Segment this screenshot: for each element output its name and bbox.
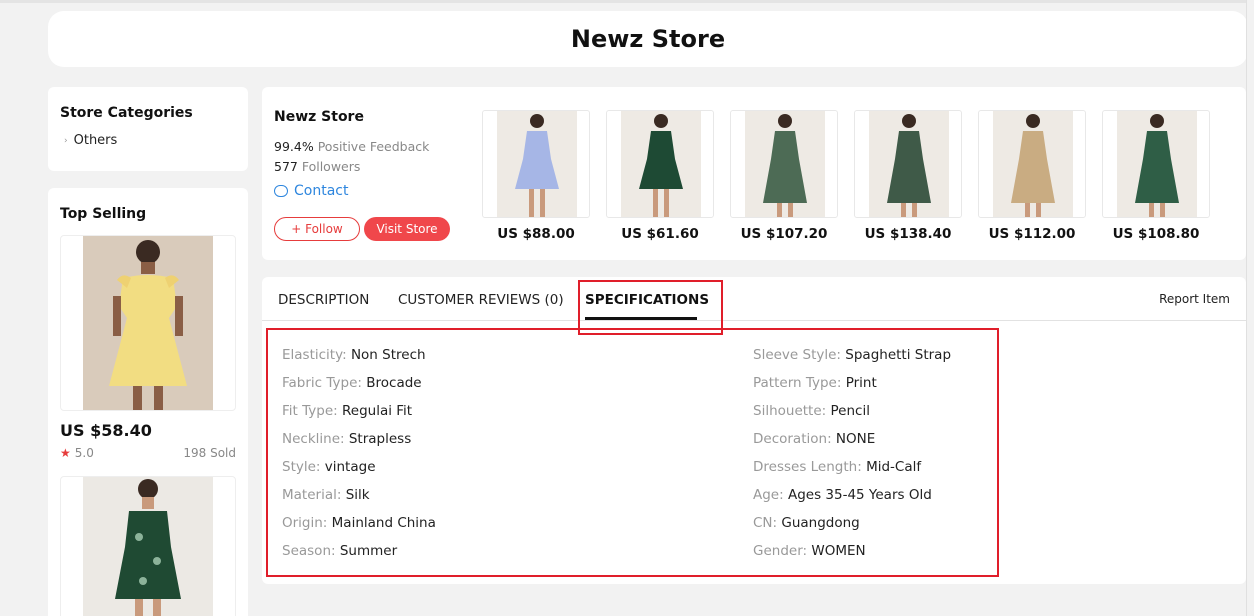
top-selling-panel: Top Selling US $58.40 ★ 5.0 198 Sold [48, 188, 248, 616]
categories-title: Store Categories [60, 105, 193, 121]
category-item-others[interactable]: › Others [60, 133, 236, 148]
product-image[interactable] [854, 110, 962, 218]
top-selling-product-image[interactable] [60, 235, 236, 411]
product-price: US $61.60 [621, 226, 699, 242]
product-image[interactable] [606, 110, 714, 218]
dress-figure-icon [115, 479, 181, 616]
followers-value: 577 [274, 159, 298, 174]
rating: ★ 5.0 [60, 446, 94, 460]
store-categories-panel: Store Categories › Others [48, 87, 248, 171]
dress-figure-icon [1011, 114, 1055, 217]
dress-figure-icon [1135, 114, 1179, 217]
tab-customer-reviews[interactable]: CUSTOMER REVIEWS (0) [398, 292, 564, 308]
store-header: Newz Store [48, 11, 1248, 67]
tab-description[interactable]: DESCRIPTION [278, 292, 369, 308]
top-selling-price: US $58.40 [60, 421, 152, 440]
dress-figure-icon [639, 114, 683, 217]
positive-feedback: 99.4% Positive Feedback [274, 139, 429, 154]
product-price: US $112.00 [988, 226, 1076, 242]
followers-label: Followers [301, 159, 361, 174]
chevron-right-icon: › [64, 135, 68, 146]
store-product-item[interactable]: US $108.80 [1102, 110, 1210, 242]
product-image[interactable] [978, 110, 1086, 218]
chat-bubble-icon [274, 185, 288, 197]
store-product-item[interactable]: US $107.20 [730, 110, 838, 242]
star-icon: ★ [60, 446, 71, 460]
highlight-box-specifications [266, 328, 999, 577]
scrollbar[interactable] [1246, 0, 1254, 616]
product-price: US $108.80 [1112, 226, 1200, 242]
contact-link[interactable]: Contact [274, 183, 348, 199]
top-selling-meta: ★ 5.0 198 Sold [60, 446, 236, 460]
followers: 577 Followers [274, 159, 360, 174]
highlight-box-tab [578, 280, 723, 335]
store-info-panel: Newz Store 99.4% Positive Feedback 577 F… [262, 87, 1246, 260]
category-label: Others [73, 133, 118, 148]
product-price: US $107.20 [740, 226, 828, 242]
report-item-link[interactable]: Report Item [1159, 292, 1230, 306]
tab-bar: DESCRIPTION CUSTOMER REVIEWS (0) SPECIFI… [262, 277, 1246, 321]
feedback-value: 99.4% [274, 139, 314, 154]
store-product-item[interactable]: US $61.60 [606, 110, 714, 242]
feedback-label: Positive Feedback [317, 139, 430, 154]
contact-label: Contact [294, 183, 349, 199]
rating-value: 5.0 [74, 446, 94, 460]
top-border [0, 0, 1254, 3]
product-image[interactable] [730, 110, 838, 218]
store-product-item[interactable]: US $138.40 [854, 110, 962, 242]
dress-figure-icon [109, 240, 187, 410]
dress-figure-icon [515, 114, 559, 217]
product-price: US $138.40 [864, 226, 952, 242]
store-product-item[interactable]: US $88.00 [482, 110, 590, 242]
store-product-item[interactable]: US $112.00 [978, 110, 1086, 242]
product-price: US $88.00 [497, 226, 575, 242]
product-image[interactable] [1102, 110, 1210, 218]
visit-store-button[interactable]: Visit Store [364, 217, 450, 241]
store-name[interactable]: Newz Store [274, 109, 364, 125]
top-selling-product-image[interactable] [60, 476, 236, 616]
store-title: Newz Store [570, 25, 726, 53]
follow-button[interactable]: + Follow [274, 217, 360, 241]
dress-figure-icon [763, 114, 807, 217]
dress-figure-icon [887, 114, 931, 217]
product-image[interactable] [482, 110, 590, 218]
top-selling-title: Top Selling [60, 206, 147, 222]
sold-count: 198 Sold [183, 446, 236, 460]
